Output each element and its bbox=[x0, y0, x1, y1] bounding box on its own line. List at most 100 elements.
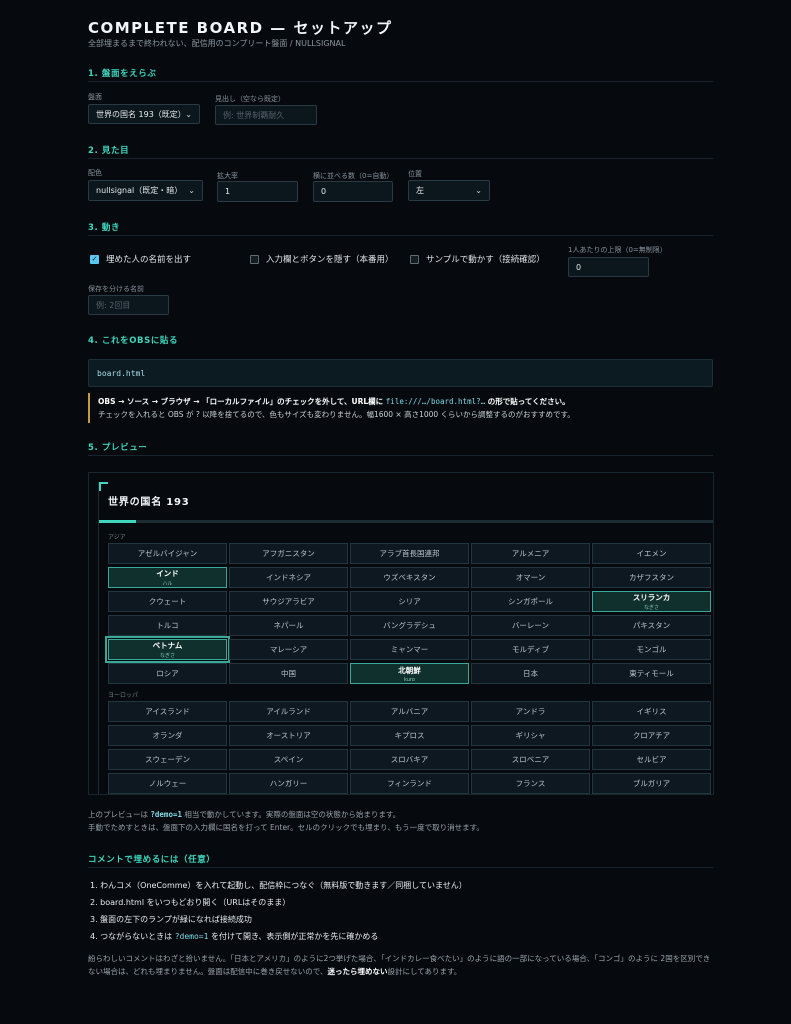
country-cell[interactable]: ブルガリア bbox=[592, 773, 711, 794]
country-cell[interactable]: アイスランド bbox=[108, 701, 227, 722]
country-cell[interactable]: クロアチア bbox=[592, 725, 711, 746]
country-cell[interactable]: アルメニア bbox=[471, 543, 590, 564]
country-name: セルビア bbox=[636, 755, 667, 764]
country-cell[interactable]: フランス bbox=[471, 773, 590, 794]
country-name: アゼルバイジャン bbox=[137, 549, 198, 558]
sample-checkbox[interactable]: サンプルで動かす（接続確認） bbox=[410, 253, 545, 265]
country-cell[interactable]: 東ティモール bbox=[592, 663, 711, 684]
country-cell[interactable]: サウジアラビア bbox=[229, 591, 348, 612]
country-cell[interactable]: シンガポール bbox=[471, 591, 590, 612]
country-cell[interactable]: カザフスタン bbox=[592, 567, 711, 588]
country-cell[interactable]: 中国 bbox=[229, 663, 348, 684]
country-name: 中国 bbox=[281, 669, 296, 678]
country-cell[interactable]: 日本 bbox=[471, 663, 590, 684]
page-subtitle: 全部埋まるまで終われない、配信用のコンプリート盤面 / NULLSIGNAL bbox=[88, 39, 346, 48]
country-cell[interactable]: モルディブ bbox=[471, 639, 590, 660]
region-label: アジア bbox=[108, 534, 126, 541]
country-cell[interactable]: ロシア bbox=[108, 663, 227, 684]
comment-step: 4. つながらないときは ?demo=1 を付けて開き、表示側が正常かを先に確か… bbox=[90, 932, 379, 941]
filled-by-name: ハル bbox=[162, 581, 173, 587]
country-cell[interactable]: キプロス bbox=[350, 725, 469, 746]
country-name: マレーシア bbox=[269, 645, 308, 654]
heading-input-label: 見出し（空なら既定） bbox=[215, 95, 285, 103]
country-cell[interactable]: アンドラ bbox=[471, 701, 590, 722]
save-name-input[interactable]: 例: 2回目 bbox=[88, 295, 169, 315]
country-name: カザフスタン bbox=[629, 573, 674, 582]
country-cell[interactable]: ウズベキスタン bbox=[350, 567, 469, 588]
country-cell[interactable]: クウェート bbox=[108, 591, 227, 612]
board-select[interactable]: 世界の国名 193（既定） ⌄ bbox=[88, 104, 200, 124]
country-cell[interactable]: スペイン bbox=[229, 749, 348, 770]
country-cell[interactable]: アゼルバイジャン bbox=[108, 543, 227, 564]
country-cell[interactable]: アイルランド bbox=[229, 701, 348, 722]
country-cell[interactable]: シリア bbox=[350, 591, 469, 612]
country-cell[interactable]: アフガニスタン bbox=[229, 543, 348, 564]
obs-url-box[interactable]: board.html bbox=[88, 359, 713, 387]
country-name: シリア bbox=[398, 597, 421, 606]
section-heading-motion: 3. 動き bbox=[88, 223, 121, 233]
comment-steps: 1. わんコメ（OneComme）を入れて起動し、配信枠につなぐ（無料版で動きま… bbox=[90, 877, 467, 945]
country-cell[interactable]: アルバニア bbox=[350, 701, 469, 722]
section-heading-look: 2. 見た目 bbox=[88, 146, 130, 156]
country-cell[interactable]: フィンランド bbox=[350, 773, 469, 794]
color-select-label: 配色 bbox=[88, 169, 102, 177]
country-cell[interactable]: イギリス bbox=[592, 701, 711, 722]
country-name: モンゴル bbox=[636, 645, 667, 654]
country-cell[interactable]: スウェーデン bbox=[108, 749, 227, 770]
country-cell[interactable]: オランダ bbox=[108, 725, 227, 746]
country-cell[interactable]: ギリシャ bbox=[471, 725, 590, 746]
region-label: ヨーロッパ bbox=[108, 692, 139, 699]
comment-step: 3. 盤面の左下のランプが緑になれば接続成功 bbox=[90, 915, 252, 924]
country-cell[interactable]: マレーシア bbox=[229, 639, 348, 660]
checkbox-checked-icon: ✓ bbox=[90, 254, 99, 264]
country-cell[interactable]: スリランカ なぎさ bbox=[592, 591, 711, 612]
country-name: アラブ首長国連邦 bbox=[379, 549, 440, 558]
country-cell[interactable]: パキスタン bbox=[592, 615, 711, 636]
filled-by-name: なぎさ bbox=[159, 653, 175, 659]
country-name: トルコ bbox=[156, 621, 179, 630]
country-cell[interactable]: モンゴル bbox=[592, 639, 711, 660]
country-cell[interactable]: スロバキア bbox=[350, 749, 469, 770]
country-cell[interactable]: ハンガリー bbox=[229, 773, 348, 794]
section-divider bbox=[88, 81, 713, 82]
country-name: アイスランド bbox=[145, 707, 190, 716]
columns-input[interactable]: 0 bbox=[313, 181, 393, 202]
country-cell[interactable]: ノルウェー bbox=[108, 773, 227, 794]
country-cell[interactable]: ネパール bbox=[229, 615, 348, 636]
country-cell[interactable]: セルビア bbox=[592, 749, 711, 770]
preview-note: 上のプレビューは ?demo=1 相当で動かしています。実際の盤面は空の状態から… bbox=[88, 808, 484, 834]
zoom-input[interactable]: 1 bbox=[217, 181, 298, 202]
country-name: スペイン bbox=[273, 755, 304, 764]
country-cell[interactable]: イエメン bbox=[592, 543, 711, 564]
obs-note-line-1: OBS → ソース → ブラウザ → 「ローカルファイル」のチェックを外して、U… bbox=[98, 397, 570, 406]
country-cell[interactable]: バングラデシュ bbox=[350, 615, 469, 636]
country-cell[interactable]: ミャンマー bbox=[350, 639, 469, 660]
country-cell[interactable]: 北朝鮮 kuro bbox=[350, 663, 469, 684]
hide-input-checkbox[interactable]: 入力欄とボタンを隠す（本番用） bbox=[250, 253, 394, 265]
country-cell[interactable]: インド ハル bbox=[108, 567, 227, 588]
color-select[interactable]: nullsignal（既定・暗） ⌄ bbox=[88, 180, 203, 201]
country-cell[interactable]: スロベニア bbox=[471, 749, 590, 770]
country-cell[interactable]: ベトナム なぎさ bbox=[105, 636, 230, 663]
country-cell[interactable]: バーレーン bbox=[471, 615, 590, 636]
country-cell[interactable]: トルコ bbox=[108, 615, 227, 636]
country-cell[interactable]: オマーン bbox=[471, 567, 590, 588]
country-name: ベトナム bbox=[152, 641, 183, 650]
color-select-value: nullsignal（既定・暗） bbox=[96, 186, 183, 195]
position-select-label: 位置 bbox=[408, 170, 422, 178]
sample-label: サンプルで動かす（接続確認） bbox=[426, 255, 545, 265]
show-names-checkbox[interactable]: ✓ 埋めた人の名前を出す bbox=[90, 253, 191, 265]
board-frame: 世界の国名 193 アジアアゼルバイジャン アフガニスタン アラブ首長国連邦 アルメニ… bbox=[98, 482, 713, 794]
board-title: 世界の国名 193 bbox=[108, 497, 190, 508]
country-cell[interactable]: オーストリア bbox=[229, 725, 348, 746]
heading-input[interactable]: 例: 世界制覇耐久 bbox=[215, 105, 317, 125]
preview-note-line-1: 上のプレビューは ?demo=1 相当で動かしています。実際の盤面は空の状態から… bbox=[88, 810, 401, 819]
country-cell[interactable]: アラブ首長国連邦 bbox=[350, 543, 469, 564]
country-name: オランダ bbox=[152, 731, 183, 740]
country-name: ハンガリー bbox=[269, 779, 308, 788]
limit-input[interactable]: 0 bbox=[568, 257, 649, 277]
position-select[interactable]: 左 ⌄ bbox=[408, 180, 490, 201]
country-name: クウェート bbox=[148, 597, 187, 606]
frame-corner-accent bbox=[99, 482, 108, 491]
country-cell[interactable]: インドネシア bbox=[229, 567, 348, 588]
